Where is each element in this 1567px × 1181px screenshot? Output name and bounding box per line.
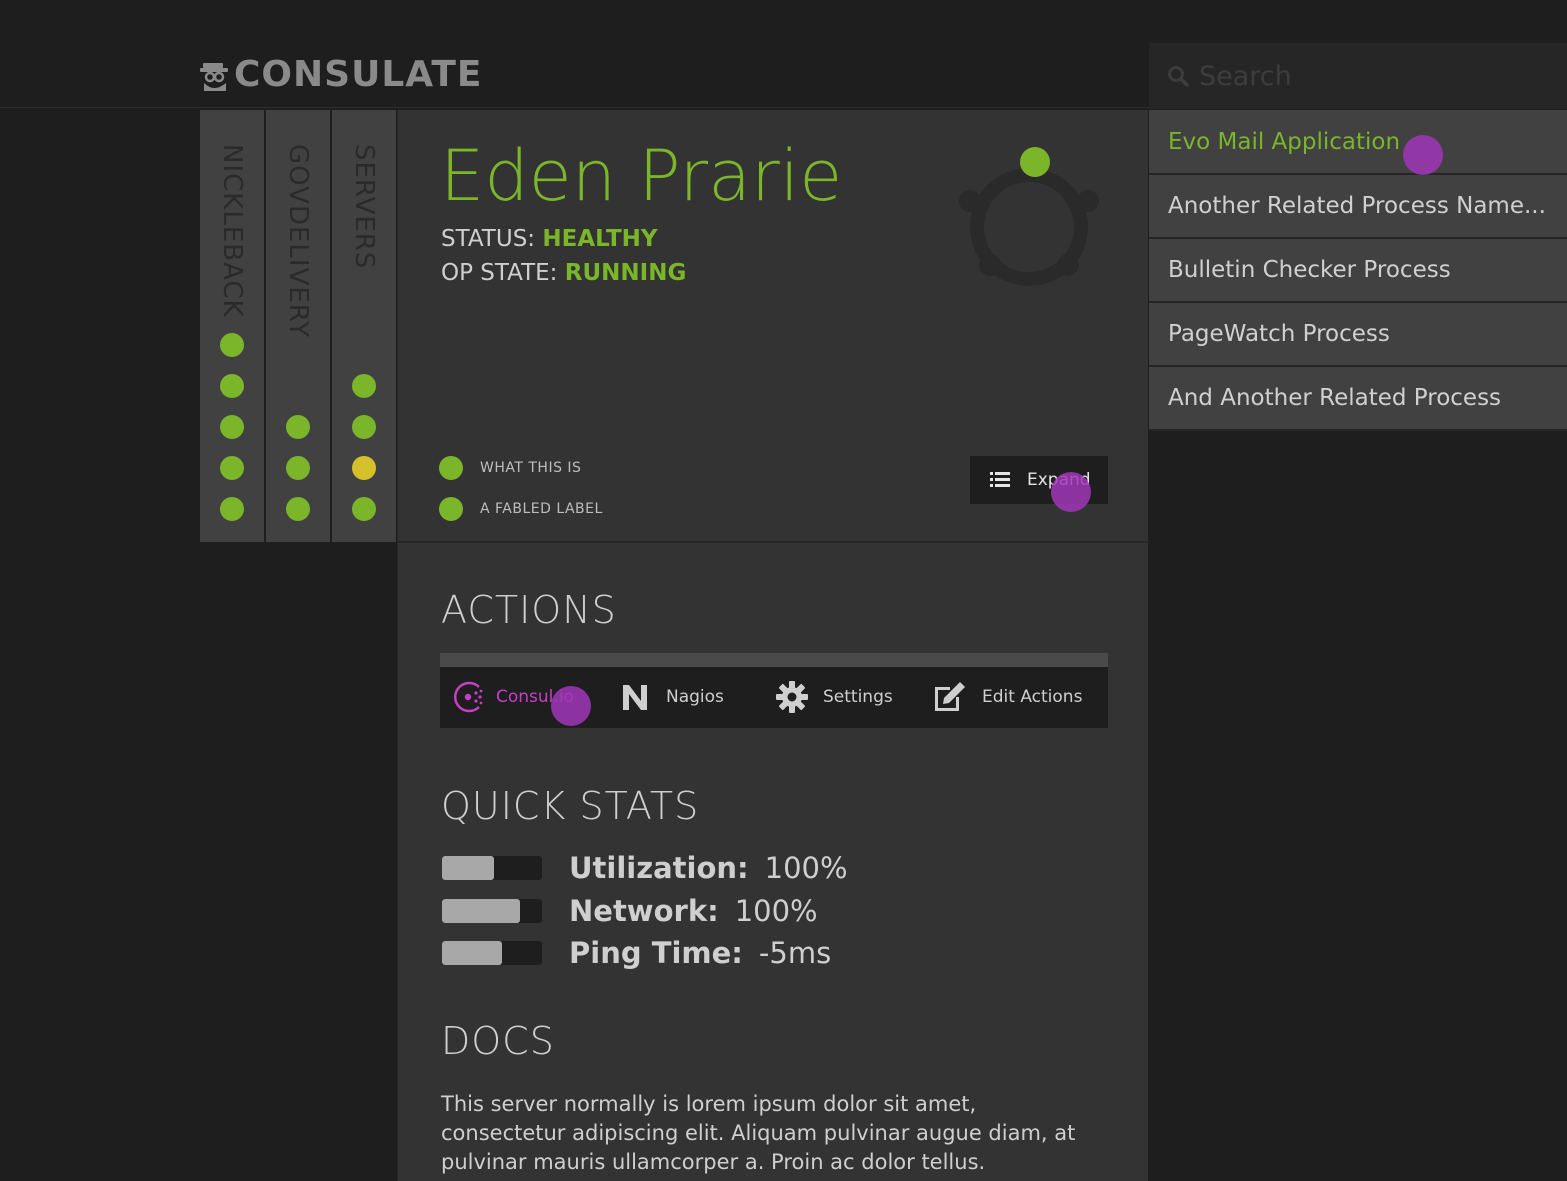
legend-label: WHAT THIS IS	[480, 460, 582, 476]
stat-bar	[442, 899, 542, 923]
legend-dot	[439, 497, 463, 521]
legend-item: WHAT THIS IS	[439, 456, 581, 480]
server-header: Eden Prarie STATUS: HEALTHY OP STATE: RU…	[398, 110, 1149, 543]
list-icon	[990, 472, 1010, 487]
cluster-ring-icon	[959, 147, 1099, 286]
process-item[interactable]: PageWatch Process	[1149, 303, 1567, 367]
status-dot	[220, 374, 244, 398]
op-state-line: OP STATE: RUNNING	[441, 260, 686, 286]
status-dot	[220, 333, 244, 357]
consul-icon	[454, 681, 483, 713]
stat-row: Utilization: 100%	[442, 851, 848, 885]
nagios-action[interactable]: Nagios	[620, 679, 724, 715]
edit-actions-action[interactable]: Edit Actions	[932, 679, 1082, 715]
status-dot-warning	[352, 456, 376, 480]
stat-bar-fill	[442, 856, 494, 880]
status-dot	[286, 497, 310, 521]
docs-text: This server normally is lorem ipsum dolo…	[441, 1092, 1076, 1174]
process-item[interactable]: Another Related Process Name...	[1149, 175, 1567, 239]
expand-button[interactable]: Expand	[970, 456, 1108, 504]
top-bar: CONSULATE	[0, 0, 1567, 109]
status-dot	[352, 415, 376, 439]
status-dot	[220, 497, 244, 521]
legend-item: A FABLED LABEL	[439, 497, 603, 521]
legend-label: A FABLED LABEL	[480, 501, 603, 517]
op-state-label: OP STATE:	[441, 260, 558, 286]
status-dot	[286, 415, 310, 439]
server-name: Eden Prarie	[440, 135, 843, 217]
service-column-label: NICKLEBACK	[217, 144, 247, 318]
stat-row: Ping Time: -5ms	[442, 936, 832, 970]
edit-icon	[935, 682, 965, 711]
stat-label: Ping Time:	[569, 936, 743, 970]
consul-io-label: Consul.io	[496, 687, 574, 707]
status-value: HEALTHY	[542, 226, 658, 252]
nagios-icon	[623, 685, 647, 710]
server-detail-panel: Eden Prarie STATUS: HEALTHY OP STATE: RU…	[397, 110, 1149, 1181]
status-dot	[352, 374, 376, 398]
app-logo[interactable]: CONSULATE	[200, 56, 482, 94]
search-box[interactable]	[1149, 43, 1567, 109]
search-input[interactable]	[1199, 60, 1559, 92]
nagios-label: Nagios	[666, 687, 724, 707]
service-column-label: SERVERS	[349, 144, 379, 270]
actions-heading: ACTIONS	[441, 588, 617, 632]
stat-label: Network:	[569, 894, 719, 928]
consulate-logo-icon	[200, 59, 230, 91]
stat-bar	[442, 941, 542, 965]
stat-value: 100%	[764, 851, 848, 885]
service-column-servers[interactable]: SERVERS	[332, 110, 396, 542]
search-icon	[1168, 66, 1189, 87]
process-item[interactable]: Bulletin Checker Process	[1149, 239, 1567, 303]
docs-heading: DOCS	[441, 1019, 555, 1063]
service-column-govdelivery[interactable]: GOVDELIVERY	[266, 110, 330, 542]
process-item[interactable]: And Another Related Process	[1149, 367, 1567, 431]
stat-value: 100%	[734, 894, 818, 928]
quick-stats-heading: QUICK STATS	[441, 784, 700, 828]
edit-actions-label: Edit Actions	[982, 687, 1083, 707]
status-dot	[352, 497, 376, 521]
stat-value: -5ms	[758, 936, 832, 970]
expand-button-label: Expand	[1027, 470, 1091, 490]
app-logo-text: CONSULATE	[234, 54, 483, 95]
gear-icon	[776, 681, 808, 713]
status-label: STATUS:	[441, 226, 536, 252]
settings-action[interactable]: Settings	[775, 679, 893, 715]
status-line: STATUS: HEALTHY	[441, 226, 658, 252]
status-dot	[220, 456, 244, 480]
process-item-evo-mail[interactable]: Evo Mail Application	[1149, 110, 1567, 175]
service-column-nickleback[interactable]: NICKLEBACK	[200, 110, 264, 542]
related-process-list: Evo Mail Application Another Related Pro…	[1149, 110, 1567, 431]
status-dot	[286, 456, 310, 480]
stat-bar	[442, 856, 542, 880]
status-dot	[220, 415, 244, 439]
consul-io-action[interactable]: Consul.io	[454, 679, 574, 715]
op-state-value: RUNNING	[564, 260, 687, 286]
legend-dot	[439, 456, 463, 480]
stat-bar-fill	[442, 899, 520, 923]
stat-label: Utilization:	[569, 851, 749, 885]
actions-toolbar: Consul.io Nagios Settings Edit Actions	[440, 653, 1108, 728]
settings-label: Settings	[823, 687, 893, 707]
service-column-label: GOVDELIVERY	[283, 144, 313, 339]
stat-row: Network: 100%	[442, 894, 818, 928]
stat-bar-fill	[442, 941, 502, 965]
